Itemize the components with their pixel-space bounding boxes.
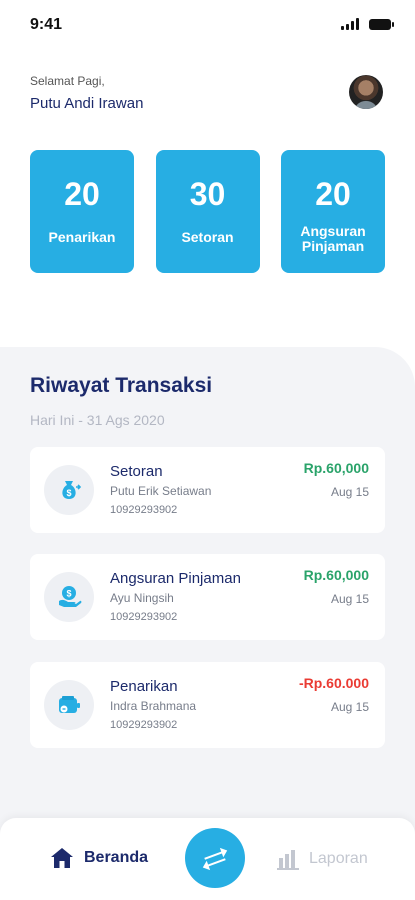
status-bar: 9:41 xyxy=(0,0,415,50)
nav-home[interactable]: Beranda xyxy=(50,847,148,869)
stat-value: 20 xyxy=(64,176,100,212)
stat-card-angsuran-pinjaman[interactable]: 20 Angsuran Pinjaman xyxy=(281,150,385,273)
stat-label: Setoran xyxy=(181,229,234,245)
stat-label: Angsuran Pinjaman xyxy=(300,223,366,255)
transaction-ref: 10929293902 xyxy=(110,611,178,623)
stat-card-setoran[interactable]: 30 Setoran xyxy=(155,150,260,273)
stat-card-penarikan[interactable]: 20 Penarikan xyxy=(30,150,134,273)
svg-text:$: $ xyxy=(66,589,71,599)
transaction-person: Putu Erik Setiawan xyxy=(110,484,212,498)
avatar[interactable] xyxy=(349,75,383,109)
transaction-type: Setoran xyxy=(110,463,163,480)
transaction-person: Ayu Ningsih xyxy=(110,591,174,605)
home-icon xyxy=(51,848,73,868)
transaction-amount: Rp.60,000 xyxy=(303,567,369,583)
section-title: Riwayat Transaksi xyxy=(30,374,213,397)
status-time: 9:41 xyxy=(30,16,63,33)
transaction-ref: 10929293902 xyxy=(110,504,178,516)
transaction-date: Aug 15 xyxy=(330,700,369,714)
stat-label: Penarikan xyxy=(48,229,116,245)
transaction-date: Aug 15 xyxy=(330,485,369,499)
greeting: Selamat Pagi, xyxy=(30,74,105,88)
transaction-type: Penarikan xyxy=(110,678,178,695)
nav-home-label: Beranda xyxy=(84,849,149,866)
transaction-card[interactable]: $ Setoran Putu Erik Setiawan 10929293902… xyxy=(30,447,385,533)
wallet-icon xyxy=(44,680,94,730)
svg-text:$: $ xyxy=(66,488,71,498)
transaction-card[interactable]: $ Angsuran Pinjaman Ayu Ningsih 10929293… xyxy=(30,554,385,640)
transfer-arrows-icon xyxy=(202,847,228,871)
bar-chart-icon xyxy=(277,850,299,870)
bottom-nav: Beranda Laporan xyxy=(0,818,415,900)
stat-value: 20 xyxy=(315,176,351,212)
transfer-button[interactable] xyxy=(185,828,245,888)
transaction-date: Aug 15 xyxy=(330,592,369,606)
user-name: Putu Andi Irawan xyxy=(30,95,144,112)
date-label: Hari Ini - 31 Ags 2020 xyxy=(30,412,165,428)
status-icons xyxy=(341,18,394,30)
signal-icon xyxy=(341,18,359,30)
battery-icon xyxy=(369,19,394,30)
stat-value: 30 xyxy=(189,176,226,212)
coin-hand-icon: $ xyxy=(44,572,94,622)
transaction-amount: Rp.60,000 xyxy=(303,460,369,476)
transaction-ref: 10929293902 xyxy=(110,719,178,731)
nav-report-label: Laporan xyxy=(309,850,368,867)
money-bag-icon: $ xyxy=(44,465,94,515)
transaction-amount: -Rp.60.000 xyxy=(298,675,369,691)
nav-report[interactable]: Laporan xyxy=(277,848,368,870)
transaction-person: Indra Brahmana xyxy=(110,699,197,713)
transaction-type: Angsuran Pinjaman xyxy=(110,570,241,587)
transaction-card[interactable]: Penarikan Indra Brahmana 10929293902 -Rp… xyxy=(30,662,385,748)
stats-row: 20 Penarikan 30 Setoran 20 Angsuran Pinj… xyxy=(30,150,385,273)
